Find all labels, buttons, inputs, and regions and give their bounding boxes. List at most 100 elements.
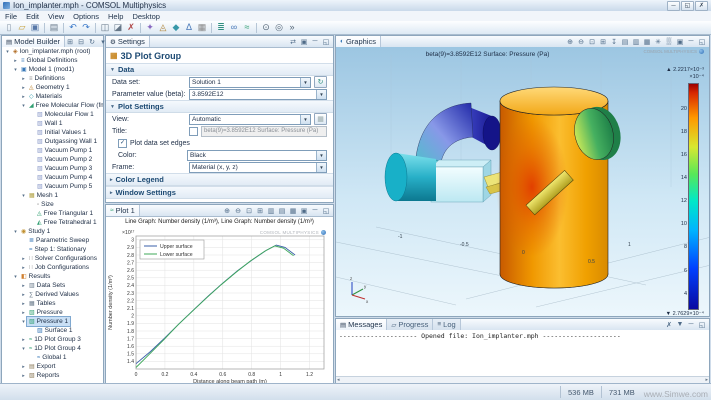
tree-item-free-molecular-flow-fmf[interactable]: ▾◢Free Molecular Flow (fmf) bbox=[2, 101, 103, 110]
tree-item-geometry-1[interactable]: ▸◬Geometry 1 bbox=[2, 83, 103, 92]
graphics-3d-view[interactable]: z y x -1-0.500.51 beta(9)=3.8592E12 Surf… bbox=[336, 47, 709, 316]
print-icon[interactable]: ▤ bbox=[48, 22, 60, 33]
refresh-solution-button[interactable]: ↻ bbox=[314, 76, 327, 88]
tab-graphics[interactable]: ◐ Graphics bbox=[336, 36, 381, 47]
tree-item-initial-values-1[interactable]: ▧Initial Values 1 bbox=[2, 128, 103, 137]
delete-icon[interactable]: ✗ bbox=[125, 22, 137, 33]
switch-icon[interactable]: ⇄ bbox=[288, 38, 298, 46]
study-icon[interactable]: ∞ bbox=[228, 22, 240, 33]
section-window-settings[interactable]: ▸Window Settings bbox=[106, 186, 333, 199]
go-to-xy-view-icon[interactable]: ▤ bbox=[620, 38, 630, 46]
tree-item-size[interactable]: ▫Size bbox=[2, 200, 103, 209]
view-settings-button[interactable]: ▦ bbox=[314, 113, 327, 125]
tree-item-ion-implanter-mph-root[interactable]: ▾◈Ion_implanter.mph (root) bbox=[2, 47, 103, 56]
transparency-icon[interactable]: ▒ bbox=[664, 38, 674, 46]
redo-icon[interactable]: ↷ bbox=[80, 22, 92, 33]
tab-messages[interactable]: ▤Messages bbox=[336, 319, 387, 330]
zoom-extents-icon[interactable]: ⊡ bbox=[587, 38, 597, 46]
tree-item-free-triangular-1[interactable]: ◬Free Triangular 1 bbox=[2, 209, 103, 218]
materials-icon[interactable]: ◆ bbox=[170, 22, 182, 33]
tree-item-global-1[interactable]: ≈Global 1 bbox=[2, 353, 103, 362]
tree-item-materials[interactable]: ▸◇Materials bbox=[2, 92, 103, 101]
tree-item-study-1[interactable]: ▾◉Study 1 bbox=[2, 227, 103, 236]
horizontal-scrollbar[interactable]: ◂ ▸ bbox=[336, 376, 709, 383]
zoom-in-icon[interactable]: ⊕ bbox=[565, 38, 575, 46]
tab-settings[interactable]: ⚙ Settings bbox=[106, 36, 150, 47]
tree-item-export[interactable]: ▸▤Export bbox=[2, 362, 103, 371]
minimize-panel-icon[interactable]: ─ bbox=[686, 321, 696, 329]
copy-icon[interactable]: ◫ bbox=[99, 22, 111, 33]
parameter-value-select[interactable]: 3.8592E12▼ bbox=[189, 89, 327, 100]
tree-item-vacuum-pump-3[interactable]: ▧Vacuum Pump 3 bbox=[2, 164, 103, 173]
tree-item-tables[interactable]: ▸▦Tables bbox=[2, 299, 103, 308]
tab-plot-1[interactable]: ≈ Plot 1 bbox=[106, 205, 140, 216]
tree-item-surface-1[interactable]: ▨Surface 1 bbox=[2, 326, 103, 335]
tree-item-pressure-1[interactable]: ▾▧Pressure 1 bbox=[2, 317, 103, 326]
zoom-out-icon[interactable]: ⊖ bbox=[576, 38, 586, 46]
menu-edit[interactable]: Edit bbox=[26, 12, 39, 21]
tab-progress[interactable]: ▱Progress bbox=[387, 319, 433, 330]
plot-data-set-edges-checkbox[interactable]: ✓ bbox=[118, 139, 127, 148]
minimize-panel-icon[interactable]: ─ bbox=[310, 207, 320, 215]
undo-icon[interactable]: ↶ bbox=[67, 22, 79, 33]
new-file-icon[interactable]: ▯ bbox=[3, 22, 15, 33]
collapse-all-icon[interactable]: ⊟ bbox=[76, 38, 86, 46]
float-panel-icon[interactable]: ◱ bbox=[697, 38, 707, 46]
zoom-out-icon[interactable]: ⊖ bbox=[233, 207, 243, 215]
data-set-select[interactable]: Solution 1▼ bbox=[189, 77, 311, 88]
tree-item-results[interactable]: ▾◧Results bbox=[2, 272, 103, 281]
tree-item-job-configurations[interactable]: ▸∷Job Configurations bbox=[2, 263, 103, 272]
tree-item-derived-values[interactable]: ▸∑Derived Values bbox=[2, 290, 103, 299]
menu-file[interactable]: File bbox=[5, 12, 17, 21]
tree-item-vacuum-pump-4[interactable]: ▧Vacuum Pump 4 bbox=[2, 173, 103, 182]
minimize-button[interactable]: ─ bbox=[667, 1, 680, 11]
expand-all-icon[interactable]: ⊞ bbox=[65, 38, 75, 46]
zoom-extents-icon[interactable]: ⊡ bbox=[244, 207, 254, 215]
line-chart[interactable]: COMSOL MULTIPHYSICS 00.20.40.60.811.21.4… bbox=[106, 227, 333, 390]
go-to-zx-view-icon[interactable]: ▦ bbox=[642, 38, 652, 46]
menu-desktop[interactable]: Desktop bbox=[132, 12, 160, 21]
tree-item-model-1-mod1[interactable]: ▾▣Model 1 (mod1) bbox=[2, 65, 103, 74]
float-panel-icon[interactable]: ◱ bbox=[321, 38, 331, 46]
legend-toggle-icon[interactable]: ▤ bbox=[277, 207, 287, 215]
compute-icon[interactable]: ≣ bbox=[215, 22, 227, 33]
tree-item-free-tetrahedral-1[interactable]: ◭Free Tetrahedral 1 bbox=[2, 218, 103, 227]
physics-icon[interactable]: Δ bbox=[183, 22, 195, 33]
tree-item-vacuum-pump-1[interactable]: ▧Vacuum Pump 1 bbox=[2, 146, 103, 155]
tree-item-1d-plot-group-4[interactable]: ▾≈1D Plot Group 4 bbox=[2, 344, 103, 353]
menu-help[interactable]: Help bbox=[108, 12, 123, 21]
tree-item-outgassing-wall-1[interactable]: ▧Outgassing Wall 1 bbox=[2, 137, 103, 146]
go-to-default-view-icon[interactable]: ↧ bbox=[609, 38, 619, 46]
tree-item-data-sets[interactable]: ▸▥Data Sets bbox=[2, 281, 103, 290]
save-icon[interactable]: ▣ bbox=[29, 22, 41, 33]
more-icon[interactable]: » bbox=[286, 22, 298, 33]
tree-item-reports[interactable]: ▸▧Reports bbox=[2, 371, 103, 380]
zoom-icon[interactable]: ⊙ bbox=[260, 22, 272, 33]
view-select[interactable]: Automatic▼ bbox=[189, 114, 311, 125]
section-color-legend[interactable]: ▸Color Legend bbox=[106, 173, 333, 186]
refresh-icon[interactable]: ↻ bbox=[87, 38, 97, 46]
maximize-button[interactable]: ◱ bbox=[681, 1, 694, 11]
close-button[interactable]: ✗ bbox=[695, 1, 708, 11]
menu-options[interactable]: Options bbox=[73, 12, 99, 21]
zoom-box-icon[interactable]: ⊞ bbox=[598, 38, 608, 46]
show-icon[interactable]: ▣ bbox=[299, 38, 309, 46]
geometry-icon[interactable]: ◬ bbox=[157, 22, 169, 33]
tree-item-wall-1[interactable]: ▧Wall 1 bbox=[2, 119, 103, 128]
tree-item-global-definitions[interactable]: ▸≡Global Definitions bbox=[2, 56, 103, 65]
color-select[interactable]: Black▼ bbox=[187, 150, 327, 161]
title-checkbox[interactable] bbox=[189, 127, 198, 136]
tree-item-vacuum-pump-2[interactable]: ▧Vacuum Pump 2 bbox=[2, 155, 103, 164]
zoom-box-icon[interactable]: ⊞ bbox=[255, 207, 265, 215]
image-export-icon[interactable]: ▣ bbox=[299, 207, 309, 215]
section-data[interactable]: ▼Data bbox=[106, 63, 333, 76]
tree-item-pressure[interactable]: ▸▧Pressure bbox=[2, 308, 103, 317]
tree-item-definitions[interactable]: ▸≡Definitions bbox=[2, 74, 103, 83]
clear-log-icon[interactable]: ✗ bbox=[664, 321, 674, 329]
results-icon[interactable]: ≈ bbox=[241, 22, 253, 33]
frame-select[interactable]: Material (x, y, z)▼ bbox=[189, 162, 327, 173]
print-plot-icon[interactable]: ▦ bbox=[288, 207, 298, 215]
menu-view[interactable]: View bbox=[48, 12, 64, 21]
tree-item-1d-plot-group-3[interactable]: ▸≈1D Plot Group 3 bbox=[2, 335, 103, 344]
open-file-icon[interactable]: ▱ bbox=[16, 22, 28, 33]
